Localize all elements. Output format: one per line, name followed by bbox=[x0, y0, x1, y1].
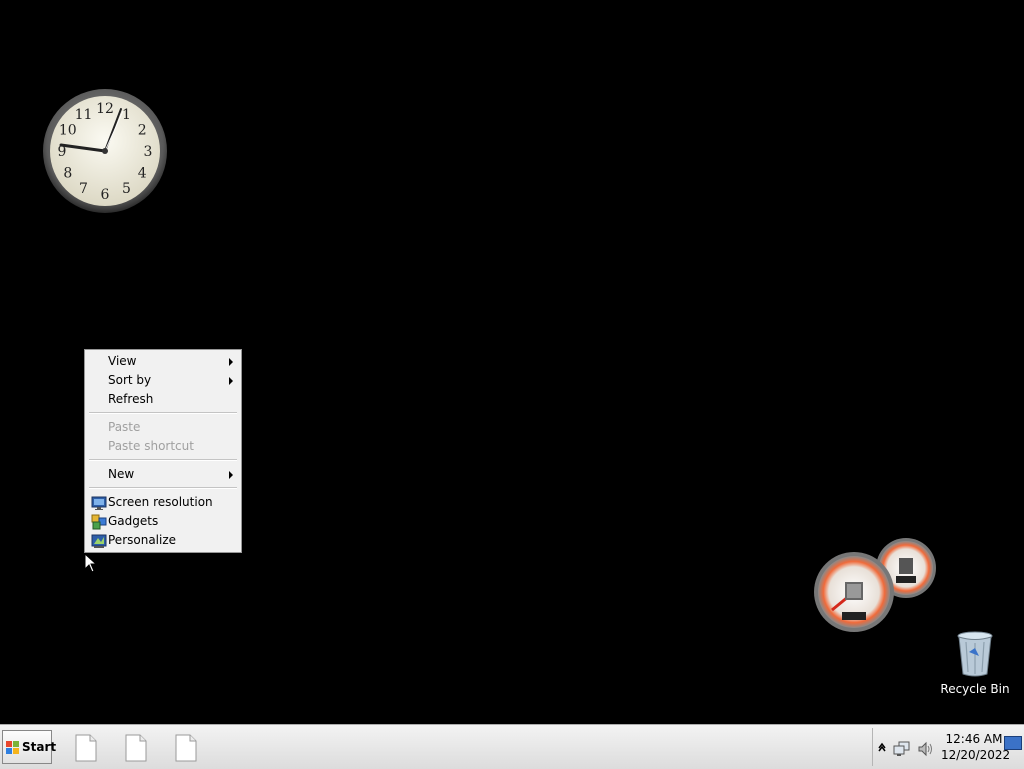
start-button[interactable]: Start bbox=[2, 730, 56, 764]
menu-item-view[interactable]: View bbox=[87, 352, 239, 371]
clock-date[interactable]: 12/20/2022 bbox=[941, 748, 1010, 762]
clock-numeral: 7 bbox=[79, 181, 88, 197]
taskbar-document-icon[interactable] bbox=[74, 734, 98, 762]
clock-numeral: 12 bbox=[96, 101, 114, 117]
show-desktop-button[interactable] bbox=[1004, 736, 1022, 750]
clock-numeral: 10 bbox=[59, 123, 77, 139]
recycle-bin[interactable]: Recycle Bin bbox=[940, 630, 1010, 696]
notification-area: 12:46 AM 12/20/2022 bbox=[872, 728, 1023, 766]
clock-numeral: 4 bbox=[138, 166, 147, 182]
menu-item-label: Personalize bbox=[108, 533, 177, 547]
menu-separator bbox=[89, 487, 237, 489]
menu-item-label: New bbox=[108, 467, 135, 481]
network-icon[interactable] bbox=[893, 741, 911, 757]
clock-time[interactable]: 12:46 AM bbox=[945, 732, 1003, 746]
menu-item-sort-by[interactable]: Sort by bbox=[87, 371, 239, 390]
mouse-pointer-icon bbox=[84, 553, 98, 573]
menu-item-label: Paste bbox=[108, 420, 141, 434]
gadgets-icon bbox=[91, 514, 107, 530]
show-hidden-icons-icon[interactable] bbox=[878, 742, 886, 752]
taskbar-document-icon[interactable] bbox=[124, 734, 148, 762]
menu-item-gadgets[interactable]: Gadgets bbox=[87, 512, 239, 531]
menu-item-label: View bbox=[108, 354, 137, 368]
menu-item-label: Sort by bbox=[108, 373, 152, 387]
menu-item-personalize[interactable]: Personalize bbox=[87, 531, 239, 550]
cpu-meter-gadget[interactable] bbox=[810, 536, 938, 636]
volume-icon[interactable] bbox=[917, 741, 935, 757]
menu-item-label: Refresh bbox=[108, 392, 154, 406]
menu-item-label: Paste shortcut bbox=[108, 439, 194, 453]
clock-numeral: 2 bbox=[138, 123, 147, 139]
menu-item-paste: Paste bbox=[87, 418, 239, 437]
menu-item-paste-shortcut: Paste shortcut bbox=[87, 437, 239, 456]
clock-numeral: 1 bbox=[122, 107, 131, 123]
menu-separator bbox=[89, 412, 237, 414]
recycle-bin-label: Recycle Bin bbox=[940, 682, 1010, 696]
menu-item-screen-resolution[interactable]: Screen resolution bbox=[87, 493, 239, 512]
submenu-arrow-icon bbox=[229, 358, 233, 366]
monitor-icon bbox=[91, 496, 107, 510]
submenu-arrow-icon bbox=[229, 471, 233, 479]
clock-numeral: 6 bbox=[101, 187, 110, 203]
recycle-bin-icon bbox=[957, 631, 993, 677]
submenu-arrow-icon bbox=[229, 377, 233, 385]
menu-item-label: Gadgets bbox=[108, 514, 159, 528]
start-label: Start bbox=[22, 740, 57, 754]
clock-numeral: 8 bbox=[63, 166, 72, 182]
menu-separator bbox=[89, 459, 237, 461]
clock-numeral: 5 bbox=[122, 181, 131, 197]
windows-logo-icon bbox=[6, 741, 19, 754]
desktop-context-menu: View Sort by Refresh Paste Paste shortcu… bbox=[84, 349, 242, 553]
menu-item-new[interactable]: New bbox=[87, 465, 239, 484]
personalize-icon bbox=[91, 534, 107, 548]
menu-item-label: Screen resolution bbox=[108, 495, 213, 509]
clock-gadget[interactable]: 12 1234567891011 bbox=[41, 87, 169, 215]
clock-numeral: 11 bbox=[75, 107, 93, 123]
clock-numeral: 3 bbox=[144, 144, 153, 160]
taskbar: Start 12:46 AM 12/20/2022 bbox=[0, 724, 1024, 769]
taskbar-document-icon[interactable] bbox=[174, 734, 198, 762]
menu-item-refresh[interactable]: Refresh bbox=[87, 390, 239, 409]
